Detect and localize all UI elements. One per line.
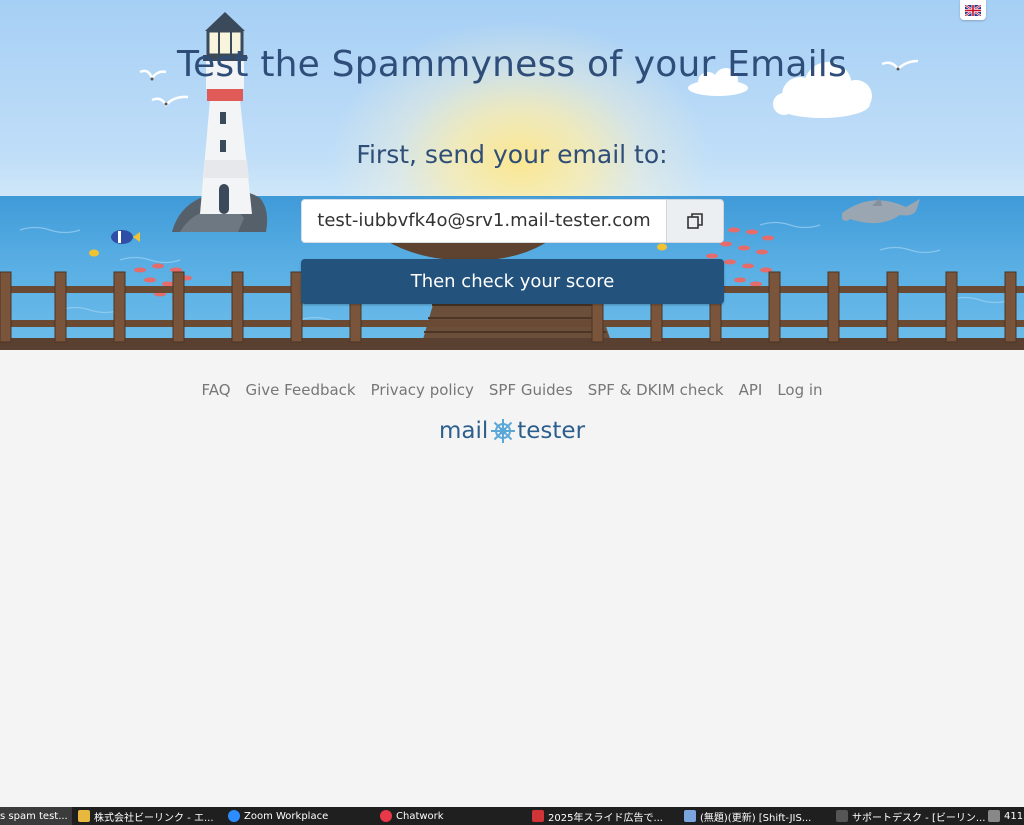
mail-tester-logo[interactable]: mail tester [0, 418, 1024, 444]
app-red-icon [532, 810, 544, 822]
taskbar-item-browser[interactable]: s spam test... [0, 807, 72, 825]
check-score-button[interactable]: Then check your score [301, 259, 724, 304]
mail-app-icon [988, 810, 1000, 822]
taskbar-item-label: (無題)(更新) [Shift-JIS... [700, 812, 812, 824]
taskbar-item-support-desk[interactable]: サポートデスク - [ビーリン... [830, 807, 986, 825]
faq-link[interactable]: FAQ [201, 381, 230, 399]
lighthouse-illustration [200, 12, 252, 214]
copy-icon [687, 213, 703, 229]
dolphin-illustration [842, 198, 920, 224]
taskbar-item-zoom[interactable]: Zoom Workplace [222, 807, 374, 825]
test-email-address-field[interactable]: test-iubbvfk4o@srv1.mail-tester.com [301, 199, 667, 243]
taskbar-item-label: 411 [1004, 810, 1024, 822]
taskbar-item-label: Zoom Workplace [244, 810, 329, 822]
page-title: Test the Spammyness of your Emails [177, 44, 847, 85]
taskbar-item-folder[interactable]: 株式会社ビーリンク - エ... [72, 807, 222, 825]
ship-wheel-icon [491, 419, 516, 443]
taskbar-item-chatwork[interactable]: Chatwork [374, 807, 526, 825]
editor-icon [684, 810, 696, 822]
os-taskbar: s spam test... 株式会社ビーリンク - エ... Zoom Wor… [0, 807, 1024, 825]
footer-links: FAQ Give Feedback Privacy policy SPF Gui… [0, 381, 1024, 399]
spf-dkim-check-link[interactable]: SPF & DKIM check [588, 381, 724, 399]
give-feedback-link[interactable]: Give Feedback [246, 381, 356, 399]
taskbar-item-label: s spam test... [0, 810, 68, 822]
language-selector[interactable] [960, 0, 986, 20]
privacy-policy-link[interactable]: Privacy policy [371, 381, 474, 399]
chatwork-icon [380, 810, 392, 822]
folder-icon [78, 810, 90, 822]
taskbar-item-mail[interactable]: 411 [982, 807, 1024, 825]
login-link[interactable]: Log in [777, 381, 822, 399]
taskbar-item-editor[interactable]: (無題)(更新) [Shift-JIS... [678, 807, 830, 825]
send-instruction: First, send your email to: [356, 140, 668, 169]
zoom-icon [228, 810, 240, 822]
hero-banner: Test the Spammyness of your Emails First… [0, 0, 1024, 350]
taskbar-item-slide-ad[interactable]: 2025年スライド広告で... [526, 807, 678, 825]
copy-email-button[interactable] [666, 199, 724, 243]
support-icon [836, 810, 848, 822]
logo-text-tester: tester [517, 418, 586, 444]
taskbar-item-label: サポートデスク - [ビーリン... [852, 812, 986, 824]
taskbar-item-label: Chatwork [396, 810, 444, 822]
api-link[interactable]: API [739, 381, 763, 399]
taskbar-item-label: 2025年スライド広告で... [548, 812, 663, 824]
taskbar-item-label: 株式会社ビーリンク - エ... [94, 812, 214, 824]
spf-guides-link[interactable]: SPF Guides [489, 381, 573, 399]
uk-flag-icon [965, 4, 981, 16]
logo-text-mail: mail [438, 418, 489, 444]
